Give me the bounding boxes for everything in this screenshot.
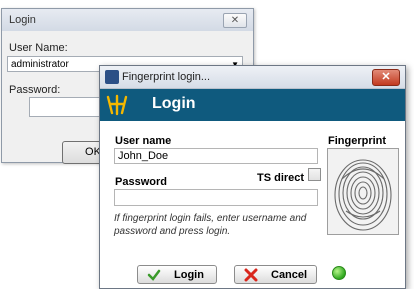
login-button[interactable]: Login [137,265,217,284]
username-field[interactable]: John_Doe [114,148,318,164]
app-icon [105,70,119,84]
fingerprint-preview [327,148,399,235]
logo-icon [106,94,128,116]
cancel-x-icon [244,268,258,282]
fingerprint-title-bar: Fingerprint login... ✕ [100,66,405,89]
password-field[interactable] [114,189,318,206]
login-hint-text: If fingerprint login fails, enter userna… [114,213,307,237]
password-label: Password [115,176,167,188]
fingerprint-label: Fingerprint [328,135,387,147]
background-dialog-title: Login [9,14,36,26]
background-close-button[interactable]: ✕ [223,13,247,28]
cancel-button[interactable]: Cancel [234,265,317,284]
fingerprint-dialog-title: Fingerprint login... [122,71,211,83]
fingerprint-icon [334,159,392,231]
login-button-label: Login [174,269,204,281]
background-username-value: administrator [11,59,69,70]
fingerprint-login-dialog: Fingerprint login... ✕ Login User name J… [99,65,406,289]
cancel-button-label: Cancel [271,269,308,281]
fingerprint-close-button[interactable]: ✕ [372,69,400,86]
background-title-bar: Login ✕ [2,9,253,31]
username-label: User name [115,135,172,147]
status-led-icon [332,266,346,280]
checkmark-icon [147,269,161,281]
close-icon: ✕ [381,71,391,83]
ts-direct-checkbox[interactable] [308,168,321,181]
login-header-banner: Login [100,89,405,121]
ts-direct-label: TS direct [257,172,305,184]
background-username-label: User Name: [9,42,68,54]
close-icon: ✕ [230,15,240,26]
background-password-label: Password: [9,84,61,96]
header-title: Login [152,95,196,112]
